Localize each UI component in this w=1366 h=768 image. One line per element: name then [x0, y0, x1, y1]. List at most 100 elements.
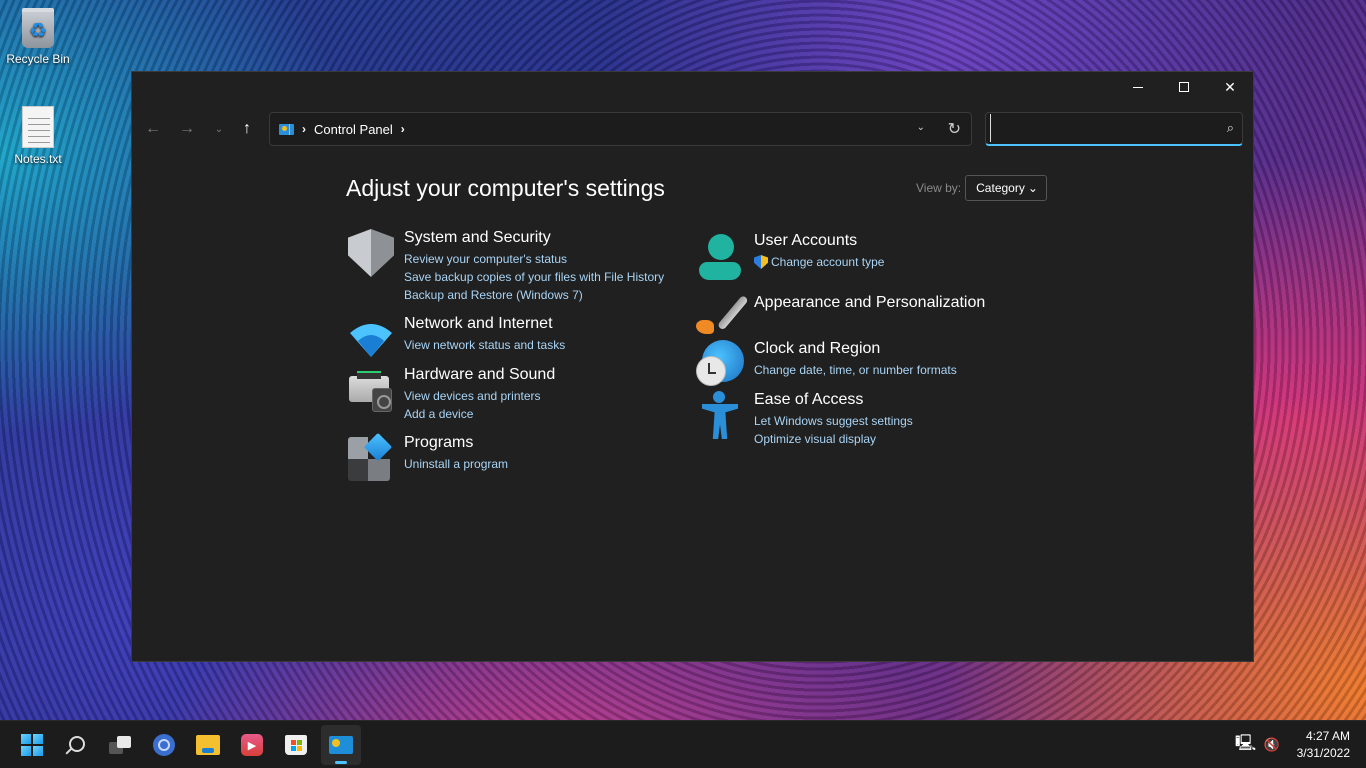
- task-view-icon: [109, 736, 131, 754]
- task-link[interactable]: Backup and Restore (Windows 7): [404, 286, 664, 304]
- taskbar-start-button[interactable]: [12, 725, 52, 765]
- back-button[interactable]: ←: [142, 119, 164, 139]
- uac-shield-icon: [754, 255, 768, 269]
- arrow-right-icon: →: [179, 120, 195, 137]
- task-link[interactable]: View network status and tasks: [404, 336, 565, 354]
- desktop-icon-label: Notes.txt: [14, 152, 62, 166]
- programs-icon[interactable]: [346, 432, 396, 484]
- task-link-label: Change account type: [771, 255, 885, 269]
- view-by-value: Category: [976, 181, 1025, 195]
- taskbar-task-view-button[interactable]: [100, 725, 140, 765]
- task-link[interactable]: Change date, time, or number formats: [754, 361, 957, 379]
- text-file-icon: [22, 106, 54, 148]
- taskbar: ▶ 🖳 🔇 4:27 AM 3/31/2022: [0, 720, 1366, 768]
- media-player-icon: ▶: [241, 734, 263, 756]
- minimize-icon: [1133, 86, 1143, 88]
- taskbar-control-panel-button[interactable]: [321, 725, 361, 765]
- view-by: View by: Category ⌄: [916, 175, 1047, 201]
- refresh-button[interactable]: ↻: [948, 119, 961, 139]
- clock-time: 4:27 AM: [1305, 729, 1350, 743]
- taskbar-store-button[interactable]: [276, 725, 316, 765]
- caption-buttons: ✕: [1115, 72, 1253, 102]
- view-by-label: View by:: [916, 181, 962, 195]
- arrow-up-icon: ↑: [243, 120, 251, 137]
- category-appearance: Appearance and Personalization: [696, 288, 985, 338]
- wifi-icon[interactable]: [346, 315, 396, 365]
- maximize-button[interactable]: [1161, 72, 1207, 102]
- desktop-icon-label: Recycle Bin: [6, 52, 70, 66]
- clock[interactable]: 4:27 AM 3/31/2022: [1297, 728, 1350, 762]
- view-by-dropdown[interactable]: Category ⌄: [965, 175, 1047, 201]
- breadcrumb-control-panel[interactable]: Control Panel: [314, 122, 393, 137]
- breadcrumb-separator[interactable]: ›: [302, 122, 306, 136]
- category-ease-of-access: Ease of Access Let Windows suggest setti…: [696, 391, 913, 448]
- control-panel-icon: [329, 736, 353, 754]
- task-link[interactable]: Review your computer's status: [404, 250, 664, 268]
- category-system-security: System and Security Review your computer…: [346, 229, 664, 304]
- clock-date: 3/31/2022: [1296, 746, 1350, 760]
- browser-icon: [153, 734, 175, 756]
- taskbar-browser-button[interactable]: [144, 725, 184, 765]
- search-box[interactable]: ⌕: [985, 112, 1243, 146]
- category-title-link[interactable]: Programs: [404, 434, 508, 452]
- task-link[interactable]: Save backup copies of your files with Fi…: [404, 268, 664, 286]
- page-title: Adjust your computer's settings: [346, 175, 665, 201]
- category-user-accounts: User Accounts Change account type: [696, 232, 884, 282]
- category-title-link[interactable]: Appearance and Personalization: [754, 294, 985, 312]
- category-title-link[interactable]: System and Security: [404, 229, 664, 247]
- taskbar-media-player-button[interactable]: ▶: [232, 725, 272, 765]
- arrow-left-icon: ←: [145, 120, 161, 137]
- windows-start-icon: [21, 734, 43, 756]
- category-title-link[interactable]: Ease of Access: [754, 391, 913, 409]
- chevron-down-icon: ⌄: [214, 123, 224, 135]
- taskbar-file-explorer-button[interactable]: [188, 725, 228, 765]
- globe-clock-icon[interactable]: [696, 340, 746, 390]
- chevron-down-icon: ⌄: [1027, 181, 1038, 195]
- task-link[interactable]: Change account type: [754, 253, 884, 271]
- forward-button[interactable]: →: [176, 119, 198, 139]
- maximize-icon: [1179, 82, 1189, 92]
- category-clock-region: Clock and Region Change date, time, or n…: [696, 340, 957, 390]
- task-link[interactable]: Add a device: [404, 405, 555, 423]
- up-button[interactable]: ↑: [236, 119, 258, 139]
- close-button[interactable]: ✕: [1207, 72, 1253, 102]
- category-programs: Programs Uninstall a program: [346, 432, 508, 484]
- network-icon[interactable]: 🖳: [1233, 732, 1259, 759]
- folder-icon: [196, 735, 220, 755]
- refresh-icon: ↻: [947, 121, 961, 138]
- user-icon[interactable]: [696, 232, 746, 282]
- category-title-link[interactable]: Network and Internet: [404, 315, 565, 333]
- control-panel-icon: [279, 123, 294, 135]
- task-link[interactable]: Uninstall a program: [404, 455, 508, 473]
- category-title-link[interactable]: User Accounts: [754, 232, 884, 250]
- recent-locations-button[interactable]: ⌄: [208, 119, 230, 139]
- category-network-internet: Network and Internet View network status…: [346, 315, 565, 365]
- printer-speaker-icon[interactable]: [346, 366, 396, 416]
- search-input[interactable]: [990, 114, 1210, 142]
- taskbar-search-button[interactable]: [56, 725, 96, 765]
- search-icon: [69, 735, 85, 752]
- accessibility-icon[interactable]: [696, 391, 746, 441]
- volume-muted-icon[interactable]: 🔇: [1259, 737, 1285, 753]
- category-title-link[interactable]: Hardware and Sound: [404, 366, 555, 384]
- task-link[interactable]: View devices and printers: [404, 387, 555, 405]
- category-hardware-sound: Hardware and Sound View devices and prin…: [346, 366, 555, 423]
- address-dropdown-button[interactable]: ⌄: [917, 122, 925, 133]
- breadcrumb-separator[interactable]: ›: [401, 122, 405, 136]
- control-panel-window: ✕ ← → ⌄ ↑ › Control Panel › ⌄ ↻ ⌕ Adjust…: [131, 71, 1254, 662]
- desktop-icon-recycle-bin[interactable]: Recycle Bin: [0, 8, 76, 66]
- address-bar[interactable]: › Control Panel › ⌄ ↻: [269, 112, 972, 146]
- navigation-toolbar: ← → ⌄ ↑ › Control Panel › ⌄ ↻ ⌕: [132, 112, 1253, 146]
- task-link[interactable]: Optimize visual display: [754, 430, 913, 448]
- desktop-icon-notes[interactable]: Notes.txt: [0, 106, 76, 166]
- store-icon: [285, 735, 307, 755]
- system-tray: 🖳 🔇 4:27 AM 3/31/2022: [1233, 721, 1366, 768]
- chevron-down-icon: ⌄: [916, 122, 925, 133]
- paintbrush-icon[interactable]: [696, 288, 749, 338]
- search-icon[interactable]: ⌕: [1227, 120, 1234, 136]
- minimize-button[interactable]: [1115, 72, 1161, 102]
- task-link[interactable]: Let Windows suggest settings: [754, 412, 913, 430]
- recycle-bin-icon: [22, 8, 54, 48]
- shield-icon[interactable]: [346, 229, 396, 279]
- category-title-link[interactable]: Clock and Region: [754, 340, 957, 358]
